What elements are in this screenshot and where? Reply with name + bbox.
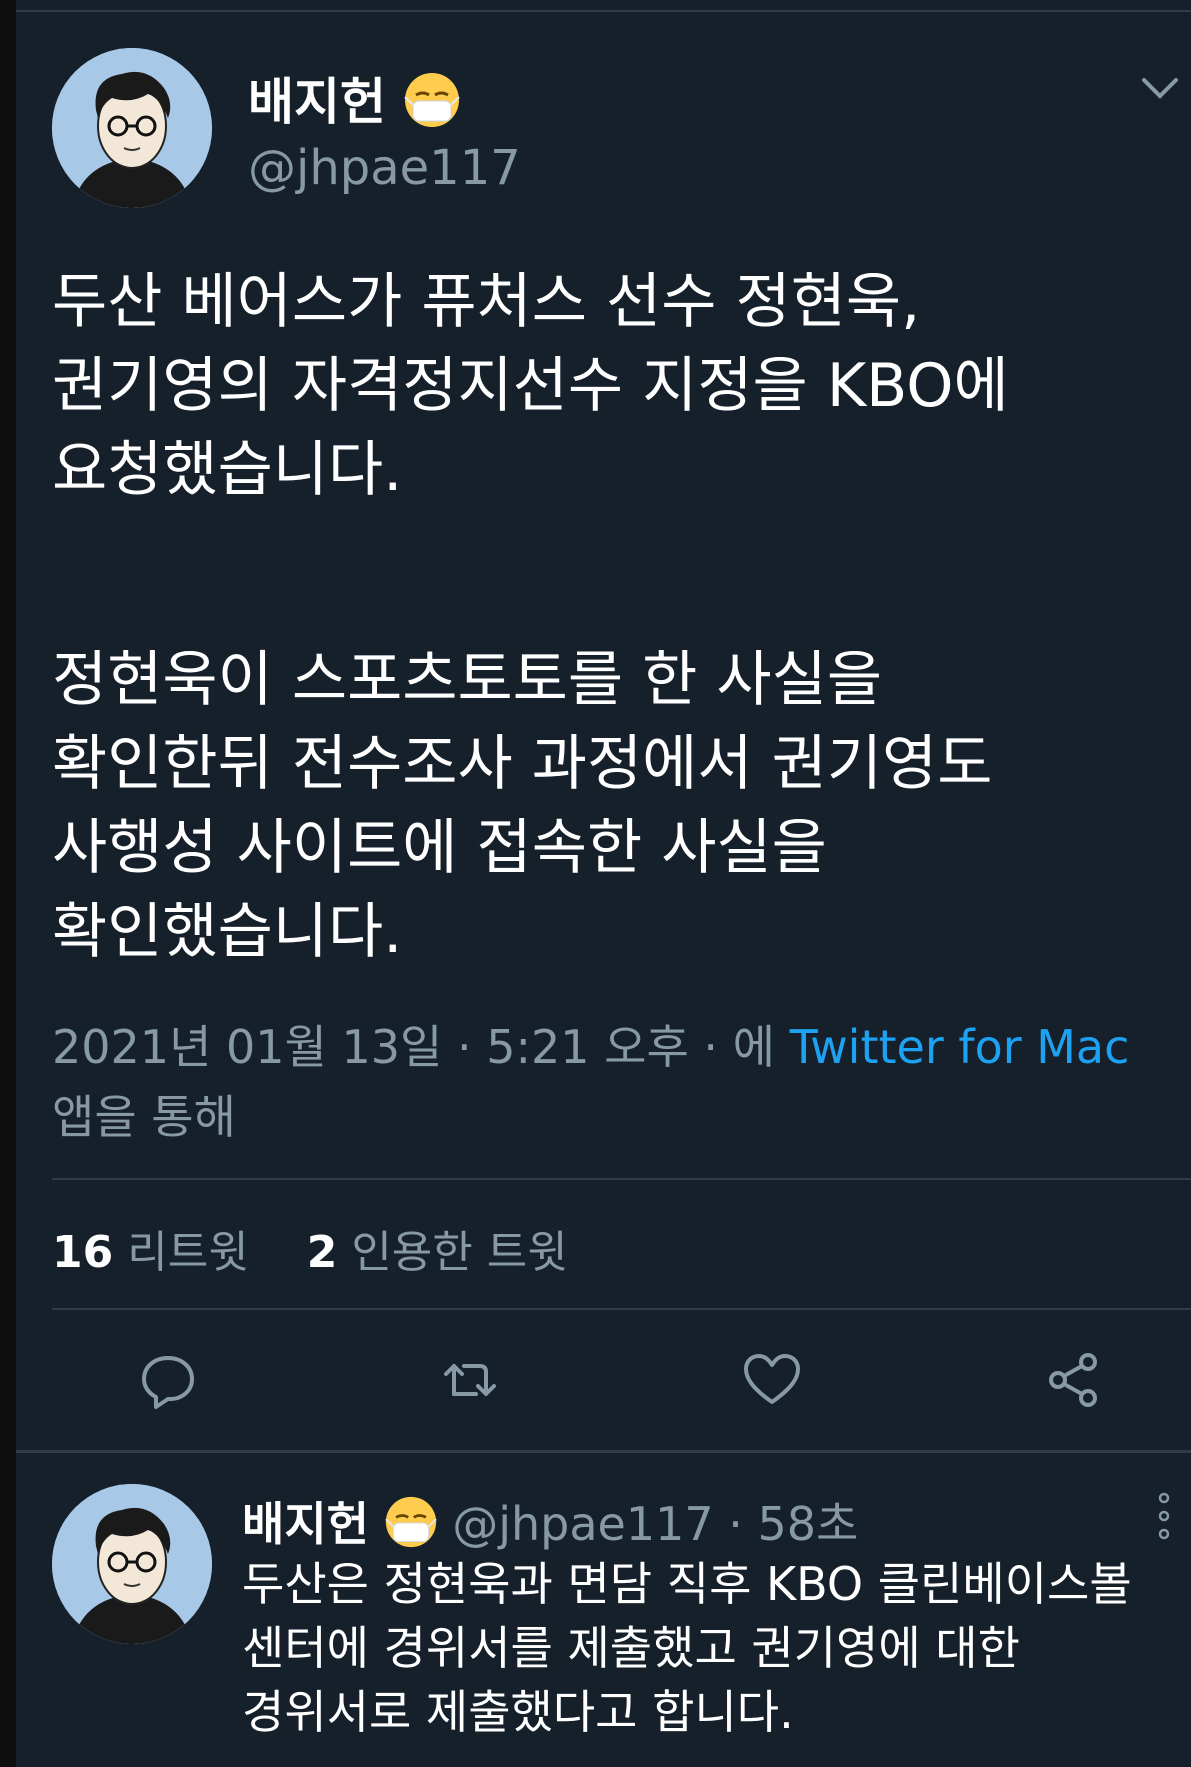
retweet-label: 리트윗 [127, 1227, 249, 1278]
chevron-down-icon[interactable] [1140, 74, 1180, 108]
tweet-text-line: 정현욱이 스포츠토토를 한 사실을 [52, 645, 883, 715]
source-link[interactable]: Twitter for Mac [790, 1020, 1130, 1074]
tweet-meta: 2021년 01월 13일 · 5:21 오후 · 에 Twitter for … [52, 1012, 1129, 1152]
author-handle[interactable]: @jhpae117 [248, 140, 521, 196]
retweet-icon [444, 1364, 496, 1396]
avatar[interactable] [52, 48, 212, 208]
divider [52, 1308, 1191, 1310]
face-with-medical-mask-icon [403, 71, 461, 141]
tweet-stats: 16 리트윗 2 인용한 트윗 [52, 1216, 568, 1280]
reply-text-line: 두산은 정현욱과 면담 직후 KBO 클린베이스볼 [242, 1557, 1132, 1611]
reply-header: 배지헌 @jhpae117 · 58초 [242, 1488, 858, 1560]
avatar-illustration [52, 48, 212, 208]
reply-text-line: 센터에 경위서를 제출했고 권기영에 대한 [242, 1621, 1020, 1675]
reply-time: · 58초 [728, 1497, 859, 1551]
reply-icon [142, 1356, 194, 1409]
heart-icon [744, 1354, 800, 1404]
tweet-text-line: 사행성 사이트에 접속한 사실을 [52, 813, 827, 883]
face-with-medical-mask-icon [384, 1495, 438, 1560]
reply-avatar[interactable] [52, 1484, 212, 1644]
divider [52, 1178, 1191, 1180]
quote-label: 인용한 트윗 [351, 1227, 568, 1278]
screen-edge [0, 0, 16, 1767]
tweet-text-line: 확인한뒤 전수조사 과정에서 권기영도 [52, 729, 993, 799]
author-name[interactable]: 배지헌 [248, 73, 386, 131]
retweet-button[interactable] [434, 1344, 506, 1416]
reply-author-handle[interactable]: @jhpae117 [452, 1497, 713, 1551]
section-divider [16, 1450, 1191, 1453]
reply-text: 두산은 정현욱과 면담 직후 KBO 클린베이스볼 센터에 경위서를 제출했고 … [242, 1552, 1132, 1744]
more-vertical-icon[interactable] [1154, 1492, 1174, 1544]
retweet-stat[interactable]: 16 리트윗 [52, 1227, 249, 1278]
share-button[interactable] [1038, 1344, 1110, 1416]
tweet-timestamp[interactable]: 2021년 01월 13일 · 5:21 오후 · 에 [52, 1020, 790, 1074]
tweet-text-line: 요청했습니다. [52, 435, 403, 505]
reply-button[interactable] [132, 1344, 204, 1416]
top-divider [16, 10, 1191, 12]
avatar-illustration [52, 1484, 212, 1644]
source-suffix: 앱을 통해 [52, 1090, 236, 1144]
tweet-text-line: 두산 베어스가 퓨처스 선수 정현욱, [52, 267, 921, 337]
reply-author-name[interactable]: 배지헌 [242, 1497, 369, 1551]
tweet-text: 두산 베어스가 퓨처스 선수 정현욱, 권기영의 자격정지선수 지정을 KBO에… [52, 260, 1009, 974]
quote-stat[interactable]: 2 인용한 트윗 [307, 1227, 568, 1278]
retweet-count: 16 [52, 1227, 114, 1278]
quote-count: 2 [306, 1227, 338, 1278]
tweet-text-line: 확인했습니다. [52, 897, 403, 967]
like-button[interactable] [736, 1344, 808, 1416]
share-icon [1049, 1353, 1097, 1407]
reply-text-line: 경위서로 제출했다고 합니다. [242, 1685, 794, 1739]
tweet-text-line: 권기영의 자격정지선수 지정을 KBO에 [52, 351, 1009, 421]
